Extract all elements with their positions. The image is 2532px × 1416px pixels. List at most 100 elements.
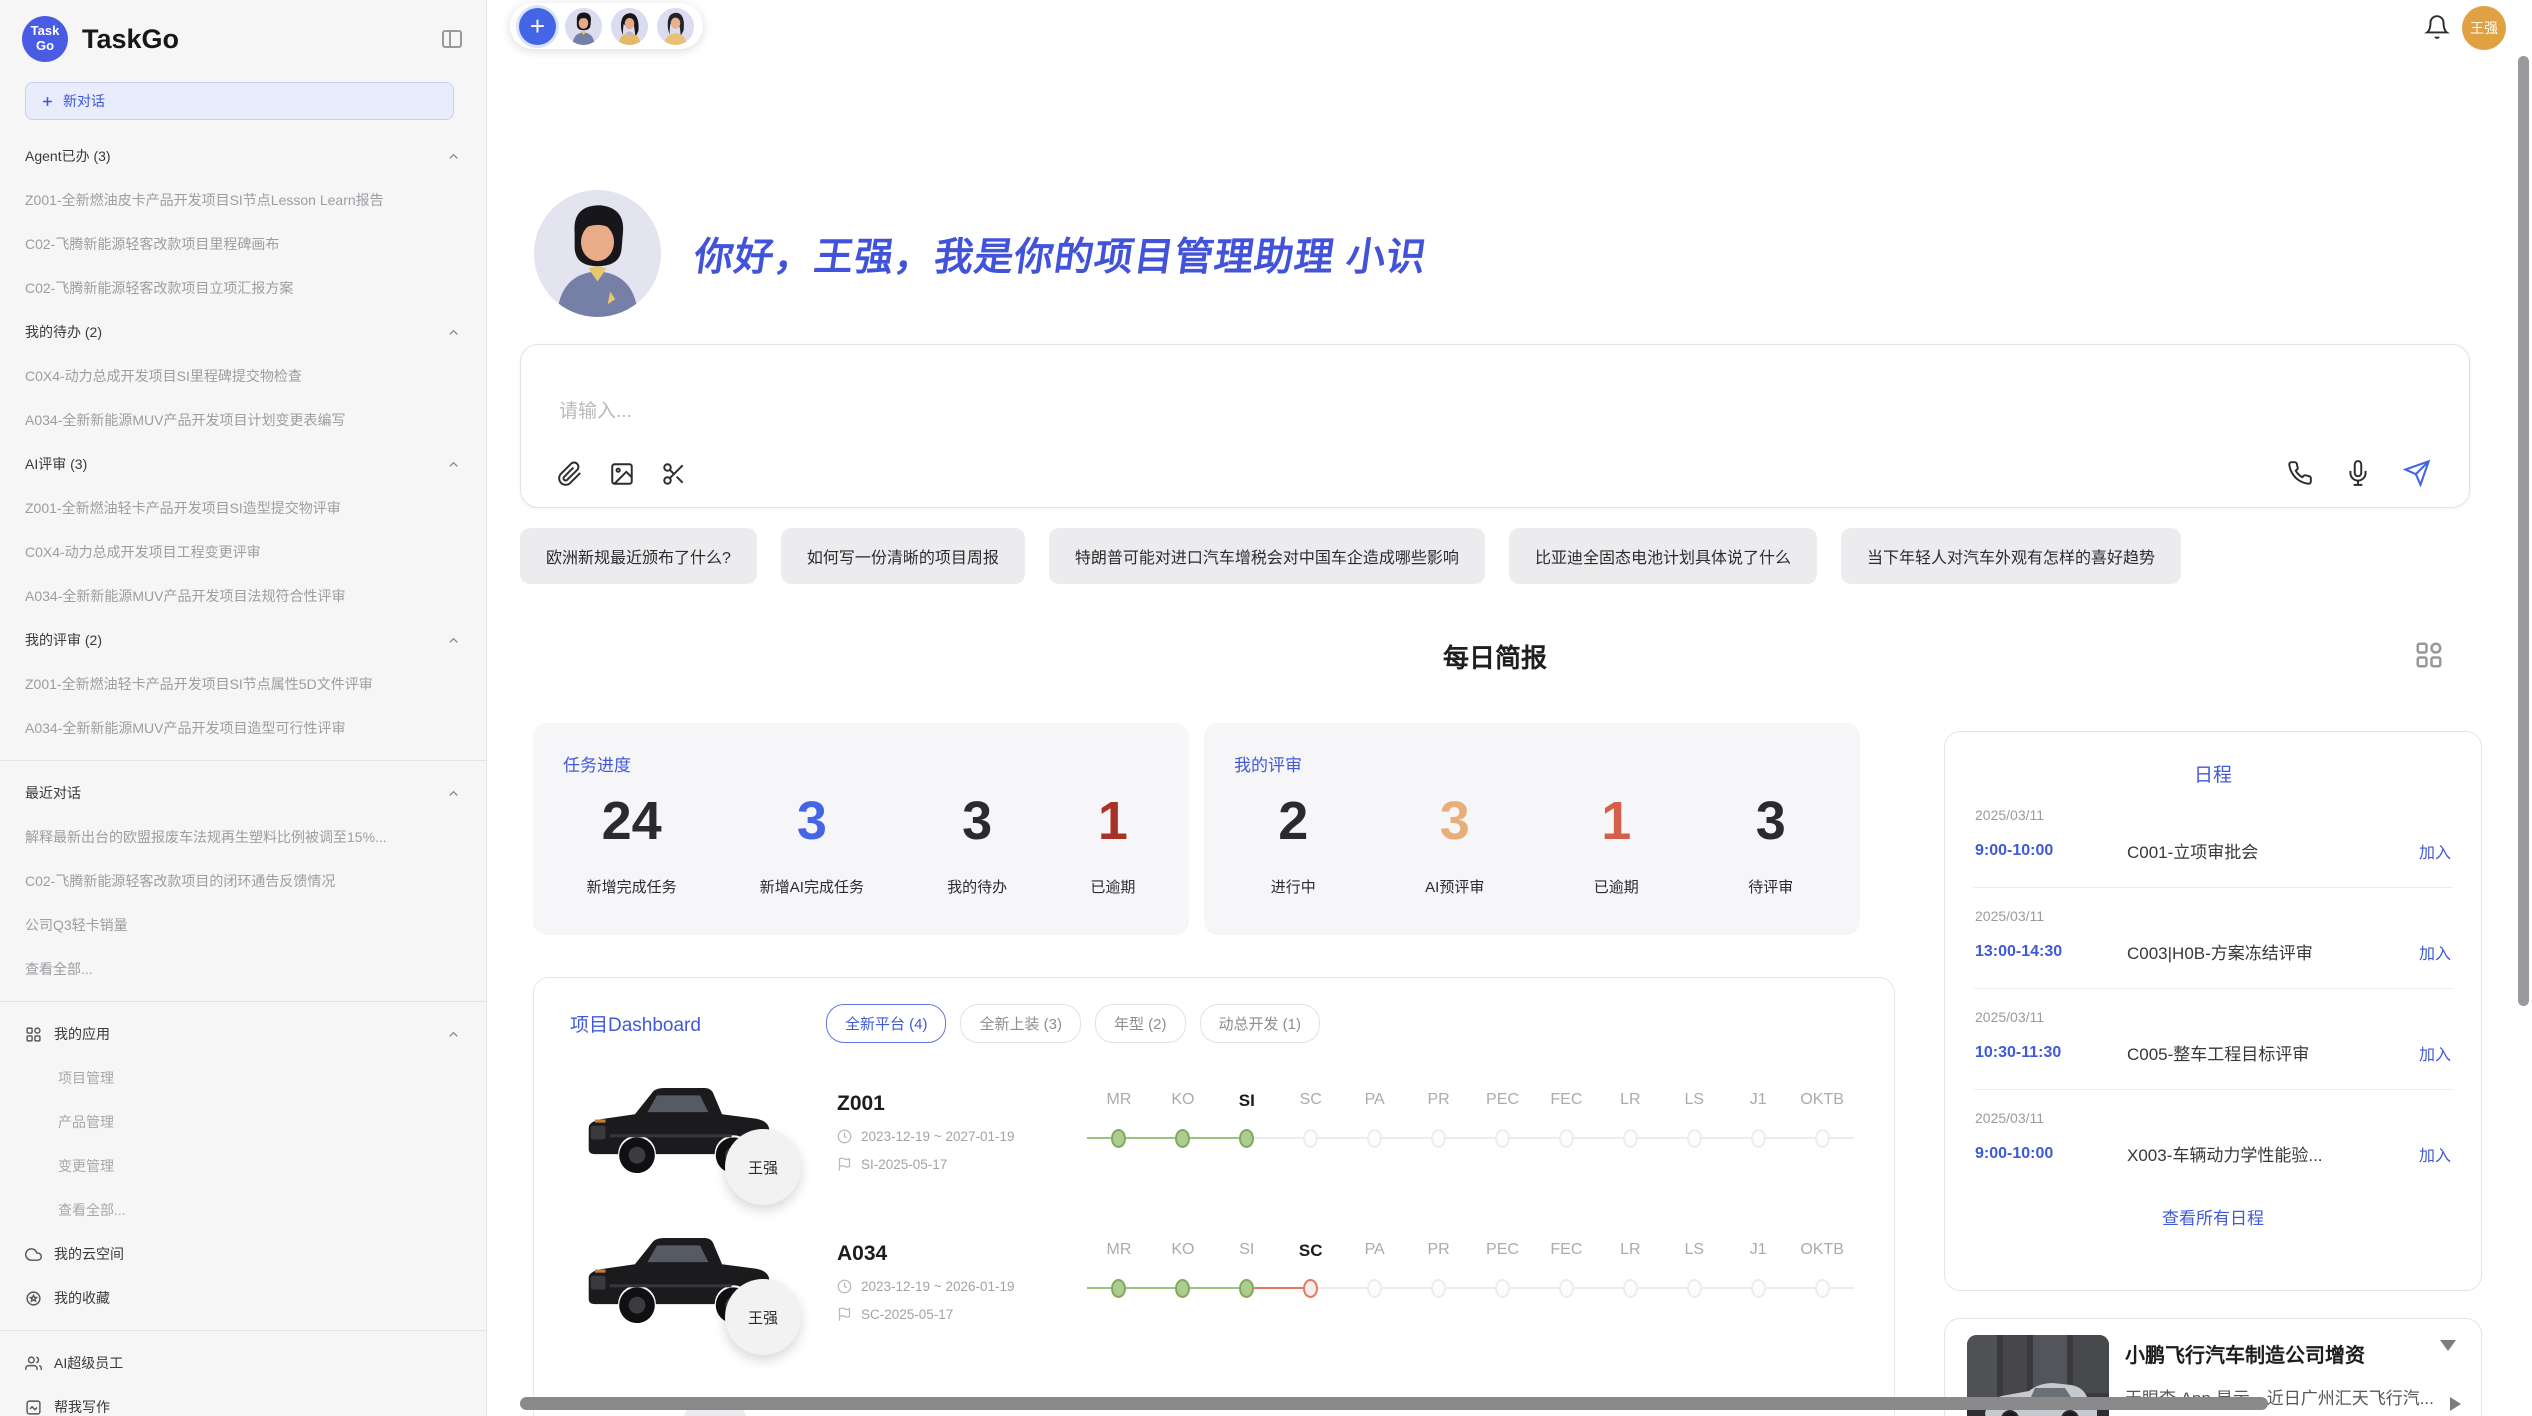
milestone-oktb: OKTB	[1790, 1091, 1854, 1148]
tab-powertrain-dev[interactable]: 动总开发 (1)	[1200, 1004, 1321, 1043]
recent-chat-item[interactable]: 解释最新出台的欧盟报废车法规再生塑料比例被调至15%...	[0, 815, 486, 859]
news-title: 小鹏飞行汽车制造公司增资	[2125, 1339, 2434, 1368]
plus-icon	[40, 94, 55, 109]
schedule-event-title: X003-车辆动力学性能验...	[2127, 1141, 2419, 1166]
chat-input[interactable]	[559, 401, 1759, 423]
input-actions	[2287, 459, 2431, 487]
avatar[interactable]	[657, 8, 694, 45]
card-label: 任务进度	[563, 751, 1189, 776]
new-chat-button[interactable]: 新对话	[25, 82, 454, 120]
milestone-dot	[1495, 1129, 1510, 1148]
suggestion-chip[interactable]: 当下年轻人对汽车外观有怎样的喜好趋势	[1841, 528, 2181, 584]
favorites-badge-icon	[25, 1290, 42, 1307]
milestone-label: J1	[1726, 1091, 1790, 1113]
tab-new-platform[interactable]: 全新平台 (4)	[826, 1004, 947, 1043]
sidebar-item-cloud-space[interactable]: 我的云空间	[0, 1232, 486, 1276]
briefing-layout-icon[interactable]	[2414, 640, 2444, 670]
project-row[interactable]: 王强 Z001 2023-12-19 ~ 2027-01-19 SI-2025-…	[534, 1051, 1894, 1201]
tab-new-body[interactable]: 全新上装 (3)	[960, 1004, 1081, 1043]
microphone-icon[interactable]	[2345, 460, 2371, 486]
cloud-icon	[25, 1246, 42, 1263]
view-all-chats-link[interactable]: 查看全部...	[0, 947, 486, 991]
schedule-time: 13:00-14:30	[1975, 943, 2127, 961]
join-meeting-link[interactable]: 加入	[2419, 1041, 2451, 1065]
recent-chat-item[interactable]: C02-飞腾新能源轻客改款项目的闭环通告反馈情况	[0, 859, 486, 903]
user-avatar[interactable]: 王强	[2462, 6, 2506, 50]
schedule-title: 日程	[1945, 760, 2481, 787]
milestone-label: PR	[1407, 1241, 1471, 1263]
sidebar-task-item[interactable]: Z001-全新燃油轻卡产品开发项目SI节点属性5D文件评审	[0, 662, 486, 706]
new-conversation-button[interactable]: +	[519, 8, 556, 45]
collapse-sidebar-icon[interactable]	[440, 27, 464, 51]
sidebar-item-favorites[interactable]: 我的收藏	[0, 1276, 486, 1320]
project-row[interactable]: 王强 A034 2023-12-19 ~ 2026-01-19 SC-2025-…	[534, 1201, 1894, 1351]
task-progress-card: 任务进度 24 新增完成任务 3 新增AI完成任务 3 我的待办 1 已逾期	[533, 723, 1189, 935]
avatar[interactable]	[565, 8, 602, 45]
milestone-dot	[1111, 1129, 1126, 1148]
milestone-dot	[1431, 1129, 1446, 1148]
milestone-pa: PA	[1343, 1241, 1407, 1298]
avatar[interactable]	[611, 8, 648, 45]
stat-my-todo: 3 我的待办	[947, 790, 1007, 897]
scissors-icon[interactable]	[661, 461, 687, 487]
join-meeting-link[interactable]: 加入	[2419, 839, 2451, 863]
section-agent-done[interactable]: Agent已办 (3)	[0, 134, 486, 178]
milestone-dot	[1303, 1279, 1318, 1298]
recent-chat-item[interactable]: 公司Q3轻卡销量	[0, 903, 486, 947]
sidebar-task-item[interactable]: Z001-全新燃油皮卡产品开发项目SI节点Lesson Learn报告	[0, 178, 486, 222]
milestone-dot	[1175, 1129, 1190, 1148]
milestone-dot	[1559, 1129, 1574, 1148]
sidebar-item-ai-super-staff[interactable]: AI超级员工	[0, 1341, 486, 1385]
sidebar-task-item[interactable]: A034-全新新能源MUV产品开发项目造型可行性评审	[0, 706, 486, 750]
sidebar-task-item[interactable]: C02-飞腾新能源轻客改款项目立项汇报方案	[0, 266, 486, 310]
join-meeting-link[interactable]: 加入	[2419, 1142, 2451, 1166]
sidebar-task-item[interactable]: C02-飞腾新能源轻客改款项目里程碑画布	[0, 222, 486, 266]
chevron-up-icon	[446, 1027, 461, 1042]
suggestion-chip[interactable]: 特朗普可能对进口汽车增税会对中国车企造成哪些影响	[1049, 528, 1485, 584]
sidebar-task-item[interactable]: Z001-全新燃油轻卡产品开发项目SI造型提交物评审	[0, 486, 486, 530]
milestone-dot	[1815, 1279, 1830, 1298]
sidebar-task-item[interactable]: A034-全新新能源MUV产品开发项目计划变更表编写	[0, 398, 486, 442]
sidebar-task-item[interactable]: C0X4-动力总成开发项目SI里程碑提交物检查	[0, 354, 486, 398]
section-my-todo[interactable]: 我的待办 (2)	[0, 310, 486, 354]
notification-bell-icon[interactable]	[2424, 14, 2450, 40]
section-recent-chats[interactable]: 最近对话	[0, 771, 486, 815]
schedule-time: 10:30-11:30	[1975, 1044, 2127, 1062]
milestone-label: KO	[1151, 1091, 1215, 1113]
suggestion-chip[interactable]: 比亚迪全固态电池计划具体说了什么	[1509, 528, 1817, 584]
greeting-section: 你好，王强，我是你的项目管理助理 小识	[534, 190, 1427, 317]
suggestion-chip[interactable]: 欧洲新规最近颁布了什么?	[520, 528, 757, 584]
sidebar-task-item[interactable]: A034-全新新能源MUV产品开发项目法规符合性评审	[0, 574, 486, 618]
greeting-text: 你好，王强，我是你的项目管理助理 小识	[691, 226, 1431, 282]
scroll-down-arrow[interactable]	[2440, 1340, 2456, 1351]
stat-value: 2	[1271, 790, 1316, 852]
sidebar-item-help-me-write[interactable]: 帮我写作	[0, 1385, 486, 1416]
app-logo: Task Go	[22, 16, 68, 62]
join-meeting-link[interactable]: 加入	[2419, 940, 2451, 964]
tab-model-year[interactable]: 年型 (2)	[1095, 1004, 1186, 1043]
view-all-apps-link[interactable]: 查看全部...	[0, 1188, 486, 1232]
scroll-right-arrow[interactable]	[2450, 1397, 2461, 1411]
vertical-scrollbar[interactable]	[2518, 56, 2529, 1006]
suggestion-chip[interactable]: 如何写一份清晰的项目周报	[781, 528, 1025, 584]
phone-call-icon[interactable]	[2287, 460, 2313, 486]
section-my-review[interactable]: 我的评审 (2)	[0, 618, 486, 662]
view-all-schedule-link[interactable]: 查看所有日程	[1945, 1204, 2481, 1229]
image-upload-icon[interactable]	[609, 461, 635, 487]
card-label: 我的评审	[1234, 751, 1860, 776]
send-icon[interactable]	[2403, 459, 2431, 487]
horizontal-scrollbar[interactable]	[520, 1397, 2268, 1410]
sidebar-item-my-apps[interactable]: 我的应用	[0, 1012, 486, 1056]
schedule-event-title: C003|H0B-方案冻结评审	[2127, 939, 2419, 964]
app-item-change-mgmt[interactable]: 变更管理	[0, 1144, 486, 1188]
app-item-project-mgmt[interactable]: 项目管理	[0, 1056, 486, 1100]
schedule-date: 2025/03/11	[1975, 1009, 2451, 1025]
milestone-track: MRKOSISCPAPRPECFECLRLSJ1OKTB	[1087, 1091, 1854, 1148]
sidebar-task-item[interactable]: C0X4-动力总成开发项目工程变更评审	[0, 530, 486, 574]
chat-input-card	[520, 344, 2470, 508]
schedule-time: 9:00-10:00	[1975, 842, 2127, 860]
stat-label: 已逾期	[1090, 876, 1135, 897]
attachment-paperclip-icon[interactable]	[557, 461, 583, 487]
section-ai-review[interactable]: AI评审 (3)	[0, 442, 486, 486]
app-item-product-mgmt[interactable]: 产品管理	[0, 1100, 486, 1144]
